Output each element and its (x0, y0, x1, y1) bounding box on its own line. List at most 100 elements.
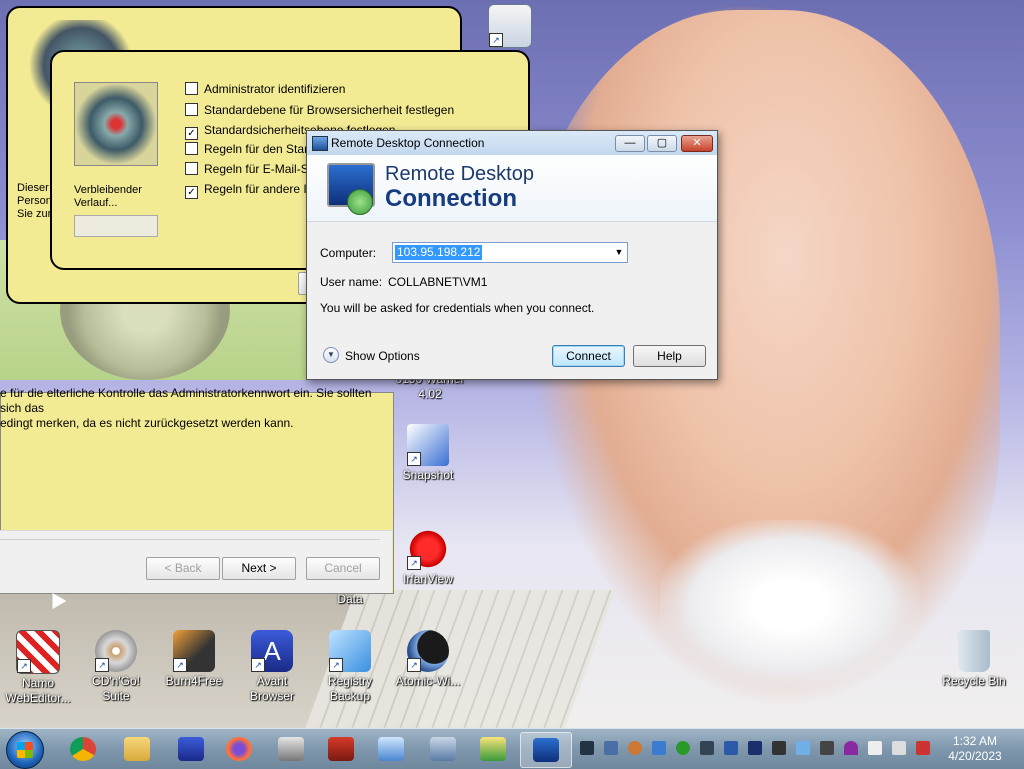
desktop: ↗ ng 0190 Warner4.02 ↗ Snapshot ↗ IrfanV… (0, 0, 1024, 728)
tray-icon-11[interactable] (820, 741, 834, 755)
tray-flag-icon[interactable] (868, 741, 882, 755)
recycle-bin-icon (958, 630, 990, 672)
remote-desktop-icon (533, 738, 559, 762)
desktop-icon-snapshot[interactable]: ↗ Snapshot (390, 424, 466, 483)
checkbox[interactable] (185, 82, 198, 95)
folder-icon (124, 737, 150, 761)
close-button[interactable]: ✕ (681, 135, 713, 152)
desktop-icon-burn4free[interactable]: ↗ Burn4Free (156, 630, 232, 689)
computer-combobox[interactable]: 103.95.198.212 ▼ (392, 242, 628, 263)
icon-label: Atomic-Wi... (395, 674, 461, 688)
taskbar: 1:32 AM 4/20/2023 (0, 728, 1024, 769)
tray-icon-1[interactable] (580, 741, 594, 755)
app-icon (480, 737, 506, 761)
cancel-button[interactable]: Cancel (306, 557, 380, 580)
taskbar-app-6[interactable] (316, 732, 366, 766)
credentials-info: You will be asked for credentials when y… (320, 301, 595, 315)
chevron-down-circle-icon[interactable]: ▼ (323, 347, 339, 363)
desktop-icon-cdngo[interactable]: ↗ CD'n'Go! Suite (78, 630, 154, 704)
taskbar-remote-desktop[interactable] (520, 732, 572, 768)
checkbox[interactable] (185, 162, 198, 175)
icon-label: Data (337, 592, 363, 606)
taskbar-app-7[interactable] (366, 732, 416, 766)
checkbox-row-rules-standard[interactable]: Regeln für den Standa (185, 142, 307, 160)
tray-network-icon[interactable] (892, 741, 906, 755)
icon-label: Burn4Free (165, 674, 223, 688)
rdc-app-icon (312, 136, 328, 151)
computer-value[interactable]: 103.95.198.212 (395, 245, 483, 260)
tray-icon-8[interactable] (748, 741, 762, 755)
icon-label: Recycle Bin (942, 674, 1006, 688)
checkbox[interactable] (185, 103, 198, 116)
show-options-link[interactable]: Show Options (345, 349, 420, 363)
tray-search-icon[interactable] (628, 741, 642, 755)
checkbox-row-rules-other[interactable]: ✓Regeln für andere Inte (185, 182, 307, 200)
icon-label: Avant Browser (249, 674, 294, 703)
clock[interactable]: 1:32 AM 4/20/2023 (940, 734, 1010, 764)
taskbar-chrome[interactable] (58, 732, 108, 766)
desktop-icon-namo[interactable]: ↗ Namo WebEditor... (0, 630, 76, 706)
start-button[interactable] (6, 731, 44, 769)
rdc-titlebar[interactable]: Remote Desktop Connection — ▢ ✕ (307, 131, 717, 155)
history-label: Verbleibender Verlauf... (74, 184, 142, 209)
next-button[interactable]: Next > (222, 557, 296, 580)
mail-icon: ↗ (488, 4, 532, 48)
desktop-icon-mail-partial[interactable]: ↗ (480, 4, 540, 50)
tray-umbrella-icon[interactable] (844, 741, 858, 755)
desktop-icon-avant[interactable]: A ↗ Avant Browser (234, 630, 310, 704)
tray-icon-6[interactable] (700, 741, 714, 755)
desktop-icon-atomic[interactable]: ↗ Atomic-Wi... (390, 630, 466, 689)
checkbox-checked[interactable]: ✓ (185, 186, 198, 199)
taskbar-explorer[interactable] (112, 732, 162, 766)
namo-cube-icon: ↗ (16, 630, 60, 674)
tray-icon-7[interactable] (724, 741, 738, 755)
connect-button[interactable]: Connect (552, 345, 625, 367)
app-icon (328, 737, 354, 761)
tray-icon-5[interactable] (676, 741, 690, 755)
taskbar-app-5[interactable] (266, 732, 316, 766)
tray-icon-4[interactable] (652, 741, 666, 755)
icon-label: IrfanView (403, 572, 453, 586)
checkbox-checked[interactable]: ✓ (185, 127, 198, 140)
atomic-clock-icon: ↗ (407, 630, 449, 672)
taskbar-firefox[interactable] (214, 732, 264, 766)
checkbox-row-admin[interactable]: Administrator identifizieren (185, 82, 345, 100)
tray-icon-10[interactable] (796, 741, 810, 755)
history-progress (74, 215, 158, 237)
minimize-button[interactable]: — (615, 135, 645, 152)
tray-volume-muted-icon[interactable] (916, 741, 930, 755)
rdc-dialog[interactable]: Remote Desktop Connection — ▢ ✕ Remote D… (306, 130, 718, 380)
desktop-icon-recycle-bin[interactable]: Recycle Bin (936, 630, 1012, 689)
taskbar-app-9[interactable] (468, 732, 518, 766)
chevron-down-icon[interactable]: ▼ (611, 243, 627, 262)
chrome-icon (70, 737, 96, 761)
snapshot-icon: ↗ (407, 424, 449, 466)
icon-label: Snapshot (402, 468, 454, 482)
taskbar-app-8[interactable] (418, 732, 468, 766)
rdc-title: Remote Desktop Connection (331, 136, 485, 150)
icon-label: CD'n'Go! Suite (92, 674, 140, 703)
username-label: User name: (320, 275, 383, 289)
back-button[interactable]: < Back (146, 557, 220, 580)
burn4free-icon: ↗ (173, 630, 215, 672)
desktop-icon-irfanview[interactable]: ↗ IrfanView (390, 528, 466, 587)
checkbox-row-rules-email[interactable]: Regeln für E-Mail-Stan (185, 162, 307, 180)
taskbar-avant[interactable] (166, 732, 216, 766)
avant-browser-icon: A ↗ (251, 630, 293, 672)
divider (0, 539, 380, 540)
tray-icon-2[interactable] (604, 741, 618, 755)
app-icon (378, 737, 404, 761)
connection-arrows-icon (347, 189, 373, 215)
registry-cubes-icon: ↗ (329, 630, 371, 672)
maximize-button[interactable]: ▢ (647, 135, 677, 152)
wizard-button-bar: < Back Next > Cancel (0, 530, 392, 593)
desktop-icon-registry-backup[interactable]: ↗ Registry Backup (312, 630, 388, 704)
desktop-icon-data-partial[interactable]: Data (312, 592, 388, 607)
security-globe-image (74, 82, 158, 166)
checkbox-row-browser-level[interactable]: Standardebene für Browsersicherheit fest… (185, 103, 454, 121)
clock-date: 4/20/2023 (948, 749, 1002, 763)
checkbox[interactable] (185, 142, 198, 155)
help-button[interactable]: Help (633, 345, 706, 367)
computer-label: Computer: (320, 246, 377, 260)
tray-icon-9[interactable] (772, 741, 786, 755)
